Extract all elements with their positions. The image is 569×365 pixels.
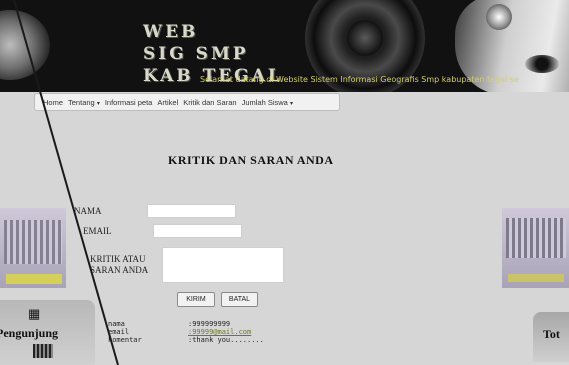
visitor-widget-left: ▦ Pengunjung <box>0 300 95 365</box>
nav-item-tentang[interactable]: Tentang ▾ <box>68 98 100 107</box>
submit-button[interactable]: KIRIM <box>177 292 215 307</box>
nav-label: Informasi peta <box>104 97 153 107</box>
comment-key: email <box>108 328 130 336</box>
chevron-down-icon: ▾ <box>289 100 293 107</box>
eye-graphic <box>525 55 559 73</box>
comment-key: komentar <box>108 336 142 344</box>
widget-graphic <box>4 220 62 264</box>
kritik-textarea[interactable] <box>162 247 284 283</box>
comment-row-nama: nama :999999999 <box>108 320 264 328</box>
nav-item-informasi-peta[interactable]: Informasi peta <box>105 98 153 107</box>
comment-row-email: email :99999@mail.com <box>108 328 264 336</box>
sidebar-widget-left <box>0 208 66 288</box>
nav-label: Jumlah Siswa <box>241 97 288 107</box>
nav-label: Home <box>43 97 64 107</box>
nav-label: Artikel <box>157 97 179 107</box>
header-banner: WEB SIG SMP KAB TEGAL Selamat datang di … <box>0 0 569 92</box>
nav-item-jumlah-siswa[interactable]: Jumlah Siswa ▾ <box>242 98 293 107</box>
nav-label: Kritik dan Saran <box>183 97 237 107</box>
page-title: KRITIK DAN SARAN ANDA <box>168 153 334 167</box>
page: WEB SIG SMP KAB TEGAL Selamat datang di … <box>0 0 569 365</box>
widget-tag <box>6 274 62 284</box>
widget-graphic <box>506 218 566 258</box>
kritik-label: KRITIK ATAU SARAN ANDA <box>90 254 148 276</box>
visitor-label: Pengunjung <box>0 326 59 340</box>
kritik-label-line2: SARAN ANDA <box>90 265 149 275</box>
visitor-total-label: Tot <box>543 327 560 341</box>
logo-line-2: SIG SMP <box>143 44 249 64</box>
nav-item-home[interactable]: Home <box>43 98 63 107</box>
nama-field[interactable] <box>147 204 236 218</box>
main-nav: Home Tentang ▾ Informasi peta Artikel Kr… <box>34 93 340 111</box>
speaker-cone <box>347 20 383 56</box>
chevron-down-icon: ▾ <box>96 100 100 107</box>
kritik-label-line1: KRITIK ATAU <box>90 254 146 264</box>
comment-value: :999999999 <box>188 320 231 328</box>
visitor-widget-right: Tot <box>533 312 569 362</box>
sidebar-widget-right <box>502 208 569 288</box>
banner-decoration-left <box>0 10 50 80</box>
email-field[interactable] <box>153 224 242 238</box>
widget-tag <box>508 274 564 282</box>
email-label: EMAIL <box>83 226 112 236</box>
cancel-button[interactable]: BATAL <box>221 292 258 307</box>
nav-item-kritik-saran[interactable]: Kritik dan Saran <box>183 98 236 107</box>
comment-key: nama <box>108 320 125 328</box>
nav-label: Tentang <box>68 97 95 107</box>
comment-email-link[interactable]: :99999@mail.com <box>188 328 251 336</box>
marquee-tagline: Selamat datang di Website Sistem Informa… <box>200 75 519 84</box>
logo-line-1: WEB <box>143 22 199 42</box>
comment-row-komentar: komentar :thank you........ <box>108 336 264 344</box>
nama-label: NAMA <box>74 206 102 216</box>
counter-icon <box>33 344 53 358</box>
comment-value: :thank you........ <box>188 336 264 344</box>
visitor-icon: ▦ <box>28 306 41 321</box>
knob-graphic <box>486 4 512 30</box>
comment-entry: nama :999999999 email :99999@mail.com ko… <box>108 320 264 344</box>
nav-item-artikel[interactable]: Artikel <box>157 98 178 107</box>
